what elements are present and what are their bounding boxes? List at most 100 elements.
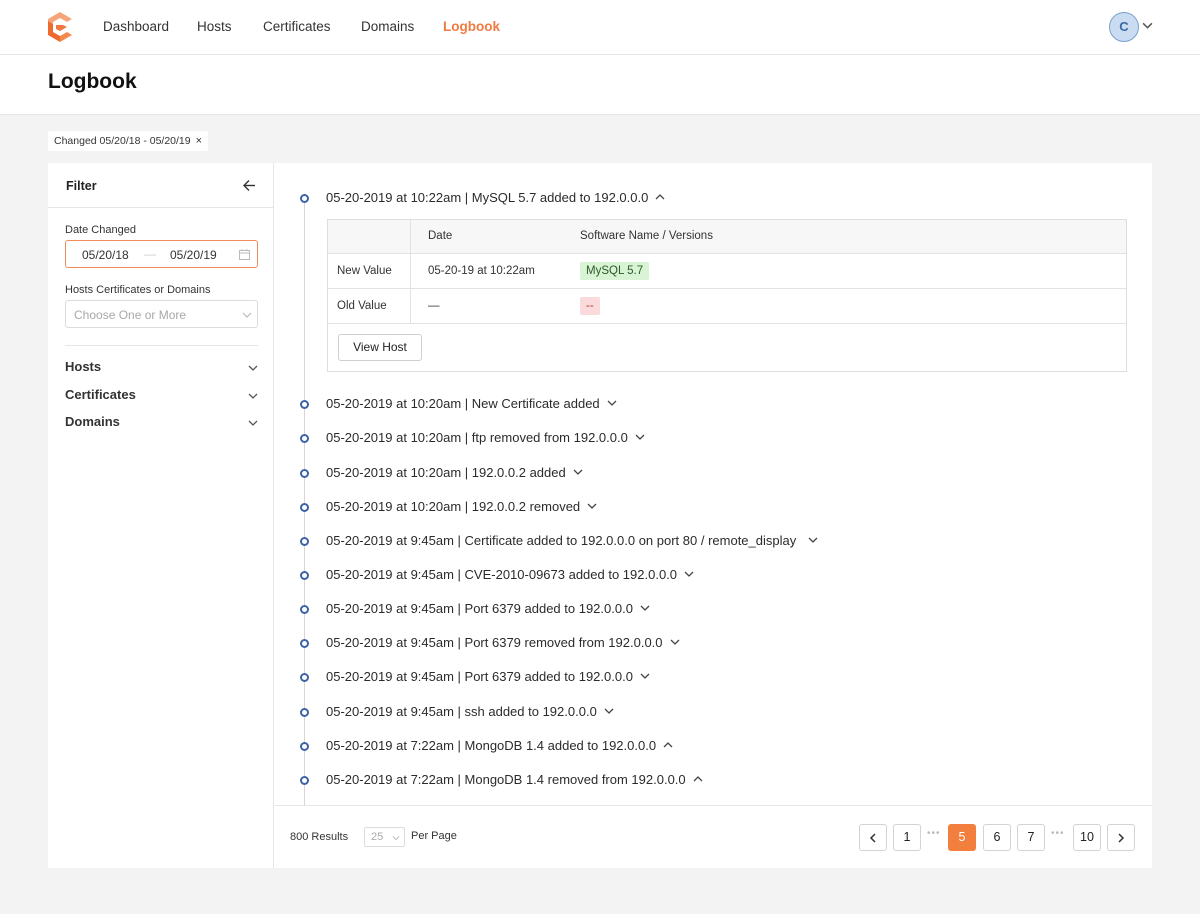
log-entry[interactable]: 05-20-2019 at 10:20am | 192.0.0.2 remove… [275,497,1152,517]
avatar[interactable]: C [1109,12,1139,42]
row-label: New Value [337,265,392,277]
chevron-down-icon[interactable] [573,467,583,477]
timeline-dot [300,434,309,443]
accordion-label: Domains [65,414,120,429]
next-page-button[interactable] [1107,824,1135,851]
timeline-dot [300,605,309,614]
timeline-dot [300,776,309,785]
chevron-down-icon[interactable] [1142,20,1153,31]
chevron-down-icon[interactable] [670,637,680,647]
calendar-icon[interactable] [239,249,250,260]
log-entry-text: 05-20-2019 at 9:45am | ssh added to 192.… [326,704,597,719]
log-entry[interactable]: 05-20-2019 at 7:22am | MongoDB 1.4 remov… [275,770,1152,790]
date-range-input[interactable]: 05/20/18 — 05/20/19 [65,240,258,268]
log-timeline: 05-20-2019 at 10:22am | MySQL 5.7 added … [275,163,1152,805]
log-entry[interactable]: 05-20-2019 at 7:22am | MongoDB 1.4 added… [275,736,1152,756]
filter-title: Filter [66,179,97,193]
nav-dashboard[interactable]: Dashboard [103,19,169,34]
view-host-button[interactable]: View Host [338,334,422,361]
chevron-down-icon [248,393,258,399]
page-button[interactable]: 7 [1017,824,1045,851]
top-nav: Dashboard Hosts Certificates Domains Log… [0,0,1200,55]
chevron-down-icon [248,365,258,371]
chevron-down-icon[interactable] [587,501,597,511]
chevron-up-icon[interactable] [663,740,673,750]
software-badge-new: MySQL 5.7 [580,262,650,280]
timeline-dot [300,469,309,478]
hcd-select[interactable]: Choose One or More [65,300,258,328]
timeline-dot [300,571,309,580]
log-entry[interactable]: 05-20-2019 at 9:45am | ssh added to 192.… [275,702,1152,722]
timeline-dot [300,400,309,409]
chevron-up-icon[interactable] [655,192,665,202]
log-entry[interactable]: 05-20-2019 at 9:45am | CVE-2010-09673 ad… [275,565,1152,585]
log-entry[interactable]: 05-20-2019 at 9:45am | Port 6379 added t… [275,599,1152,619]
column-header-date: Date [428,230,453,242]
accordion-certificates[interactable]: Certificates [65,385,258,405]
chevron-down-icon[interactable] [808,535,818,545]
filter-chip: Changed 05/20/18 - 05/20/19 × [48,131,209,151]
close-icon[interactable]: × [196,135,202,147]
log-entry[interactable]: 05-20-2019 at 10:20am | ftp removed from… [275,428,1152,448]
prev-page-button[interactable] [859,824,887,851]
row-label: Old Value [337,300,387,312]
chevron-up-icon[interactable] [693,774,703,784]
table-row-new-value: New Value 05-20-19 at 10:22am MySQL 5.7 [328,254,1126,289]
chevron-down-icon[interactable] [607,398,617,408]
log-entry[interactable]: 05-20-2019 at 9:45am | Port 6379 added t… [275,667,1152,687]
nav-certificates[interactable]: Certificates [263,19,331,34]
date-to[interactable]: 05/20/19 [170,248,217,262]
log-entry[interactable]: 05-20-2019 at 10:22am | MySQL 5.7 added … [275,188,1152,208]
hcd-placeholder: Choose One or More [74,308,187,322]
chevron-down-icon[interactable] [684,569,694,579]
page-button-current[interactable]: 5 [948,824,976,851]
page-title: Logbook [48,70,137,93]
log-entry-text: 05-20-2019 at 9:45am | Port 6379 added t… [326,601,633,616]
software-badge-old: -- [580,297,600,315]
log-entry-text: 05-20-2019 at 10:20am | New Certificate … [326,396,600,411]
row-date: — [428,300,440,312]
chevron-down-icon[interactable] [604,706,614,716]
log-entry-text: 05-20-2019 at 9:45am | Port 6379 added t… [326,669,633,684]
log-entry[interactable]: 05-20-2019 at 10:20am | New Certificate … [275,394,1152,414]
accordion-domains[interactable]: Domains [65,412,258,432]
accordion-label: Hosts [65,359,102,374]
date-from[interactable]: 05/20/18 [82,248,129,262]
log-entry-text: 05-20-2019 at 7:22am | MongoDB 1.4 remov… [326,772,686,787]
nav-domains[interactable]: Domains [361,19,414,34]
table-header: Date Software Name / Versions [328,220,1126,254]
chevron-right-icon [1118,833,1125,843]
column-header-software: Software Name / Versions [580,230,713,242]
chevron-down-icon[interactable] [640,603,650,613]
chevron-down-icon [392,836,400,841]
page-button[interactable]: 10 [1073,824,1101,851]
nav-hosts[interactable]: Hosts [197,19,232,34]
filter-chip-label: Changed 05/20/18 - 05/20/19 [54,135,191,147]
log-entry[interactable]: 05-20-2019 at 9:45am | Port 6379 removed… [275,633,1152,653]
accordion-hosts[interactable]: Hosts [65,357,258,377]
arrow-left-icon[interactable] [243,179,256,192]
log-entry-text: 05-20-2019 at 9:45am | Port 6379 removed… [326,635,663,650]
log-entry-text: 05-20-2019 at 10:22am | MySQL 5.7 added … [326,190,649,205]
row-date: 05-20-19 at 10:22am [428,265,535,277]
filter-panel: Filter Date Changed 05/20/18 — 05/20/19 … [48,163,274,868]
chevron-left-icon [869,833,876,843]
per-page-select[interactable]: 25 [364,827,405,847]
filter-header: Filter [48,163,274,208]
timeline-dot [300,673,309,682]
chevron-down-icon[interactable] [635,432,645,442]
log-entry-text: 05-20-2019 at 9:45am | Certificate added… [326,533,797,548]
nav-logbook[interactable]: Logbook [443,19,500,34]
chevron-down-icon[interactable] [640,671,650,681]
logo-icon[interactable] [46,12,74,42]
log-entry[interactable]: 05-20-2019 at 9:45am | Certificate added… [275,531,1152,551]
accordion-label: Certificates [65,387,136,402]
page-button[interactable]: 1 [893,824,921,851]
page-button[interactable]: 6 [983,824,1011,851]
timeline-dot [300,503,309,512]
date-changed-label: Date Changed [65,224,136,236]
chevron-down-icon [248,420,258,426]
log-entry[interactable]: 05-20-2019 at 10:20am | 192.0.0.2 added [275,463,1152,483]
hcd-label: Hosts Certificates or Domains [65,284,211,296]
main-card: Filter Date Changed 05/20/18 — 05/20/19 … [48,163,1152,868]
